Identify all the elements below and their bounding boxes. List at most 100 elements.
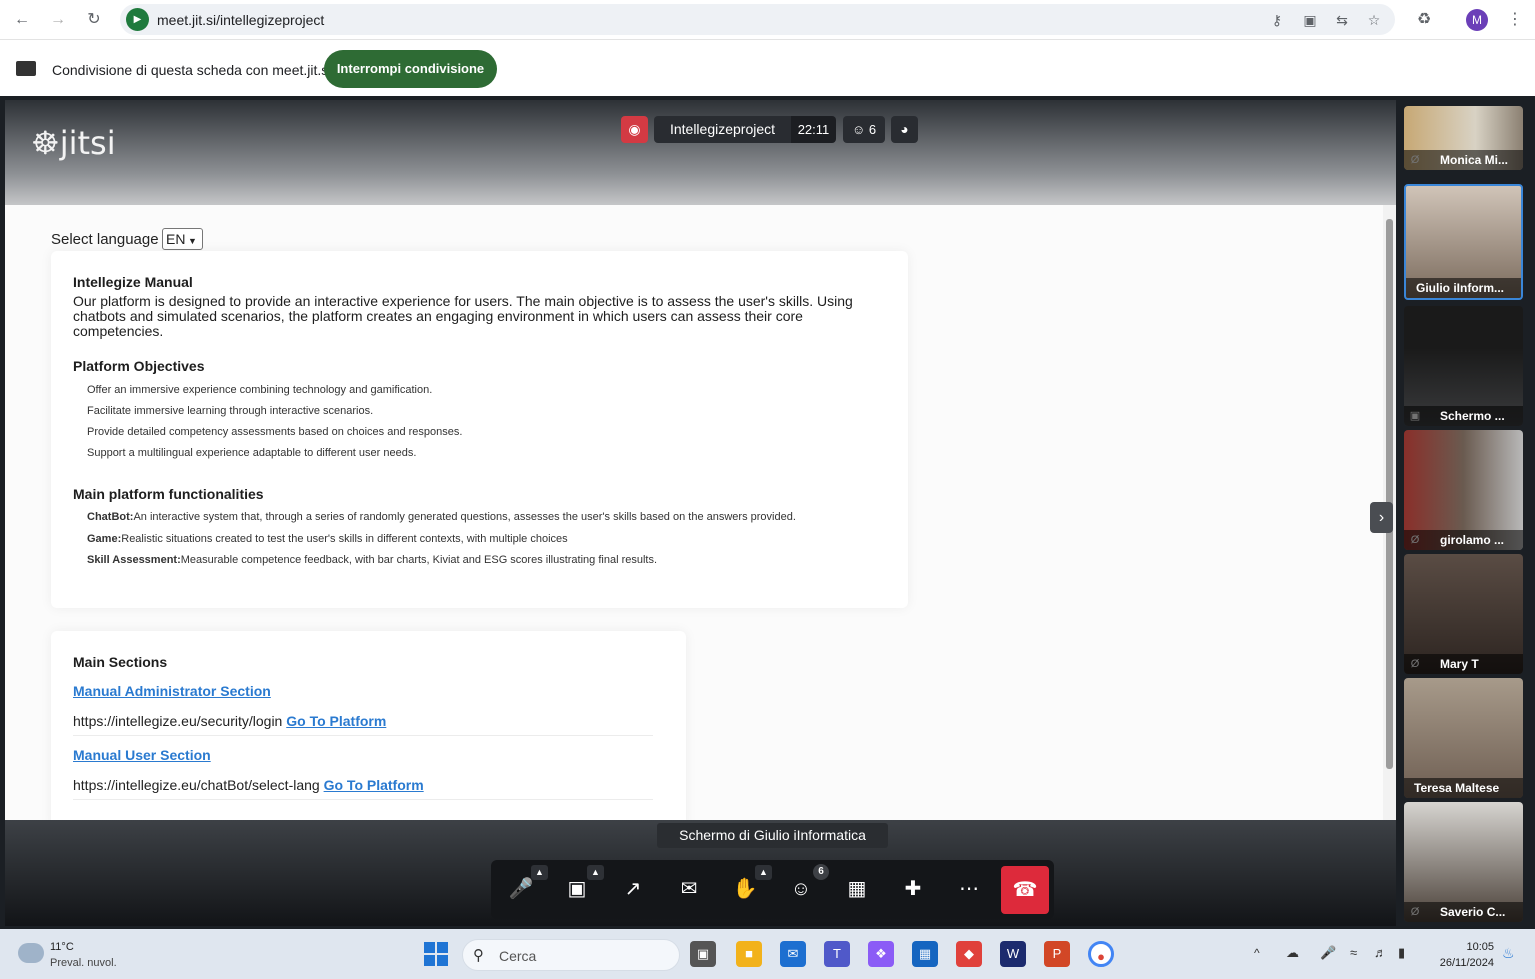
functionality-desc: Realistic situations created to test the… <box>121 533 568 545</box>
participant-name: Monica Mi... <box>1404 150 1523 170</box>
back-icon[interactable]: ← <box>10 8 34 32</box>
functionality-item: Skill Assessment:Measurable competence f… <box>87 554 657 566</box>
chevron-up-icon[interactable]: ▲ <box>531 865 548 880</box>
stop-sharing-button[interactable]: Interrompi condivisione <box>324 50 497 88</box>
participant-tile[interactable]: ▣ Schermo ... <box>1404 306 1523 426</box>
people-icon: ☺ <box>851 122 869 137</box>
chat-icon[interactable]: ✉ <box>667 866 711 912</box>
store-icon[interactable]: ▦ <box>912 941 938 967</box>
notification-bell-icon[interactable]: ♨ <box>1502 945 1515 962</box>
participant-tile[interactable]: Ø Monica Mi... <box>1404 106 1523 170</box>
chevron-up-icon[interactable]: ▲ <box>755 865 772 880</box>
participant-name: Teresa Maltese <box>1404 778 1523 798</box>
functionality-name: Skill Assessment: <box>87 554 181 566</box>
anydesk-icon[interactable]: ◆ <box>956 941 982 967</box>
jitsi-logo: ☸jitsi <box>31 124 116 162</box>
search-icon: ⚲ <box>473 947 484 964</box>
admin-section-link[interactable]: Manual Administrator Section <box>73 683 271 699</box>
language-select[interactable]: EN ▼ <box>162 228 203 250</box>
jitsi-logo-icon: ☸ <box>31 124 60 162</box>
onedrive-icon[interactable]: ☁ <box>1286 945 1299 961</box>
meeting-name: Intellegizeproject <box>654 116 791 143</box>
powerpoint-icon[interactable]: P <box>1044 941 1070 967</box>
functionalities-title: Main platform functionalities <box>73 486 264 502</box>
chevron-up-icon[interactable]: ^ <box>1254 946 1260 960</box>
objective-item: Facilitate immersive learning through in… <box>87 405 374 417</box>
sections-title: Main Sections <box>73 654 168 670</box>
jitsi-logo-text: jitsi <box>59 124 116 162</box>
participants-count[interactable]: ☺ 6 <box>843 116 885 143</box>
chevron-up-icon[interactable]: ▲ <box>587 865 604 880</box>
divider <box>73 735 653 736</box>
objective-item: Provide detailed competency assessments … <box>87 426 463 438</box>
star-icon[interactable]: ☆ <box>1364 10 1384 30</box>
extensions-icon[interactable]: ♻ <box>1412 8 1436 32</box>
objective-item: Support a multilingual experience adapta… <box>87 447 417 459</box>
copilot-icon[interactable]: ❖ <box>868 941 894 967</box>
shared-screen-stage: ☸jitsi ◉ Intellegizeproject 22:11 ☺ 6 ◕ … <box>5 100 1396 926</box>
start-tile <box>437 942 448 953</box>
meeting-area: ☸jitsi ◉ Intellegizeproject 22:11 ☺ 6 ◕ … <box>0 96 1535 929</box>
user-section-link[interactable]: Manual User Section <box>73 747 211 763</box>
clock-time[interactable]: 10:05 <box>1430 941 1494 953</box>
divider <box>73 799 653 800</box>
chevron-down-icon: ▼ <box>185 236 197 246</box>
stage-header: ☸jitsi ◉ Intellegizeproject 22:11 ☺ 6 ◕ <box>5 100 1396 205</box>
manual-title: Intellegize Manual <box>73 274 193 290</box>
more-icon[interactable]: ⋯ <box>947 866 991 912</box>
screen-owner-label: Schermo di Giulio iInformatica <box>657 823 888 848</box>
tile-view-icon[interactable]: ▦ <box>835 866 879 912</box>
participant-tile[interactable]: Ø girolamo ... <box>1404 430 1523 550</box>
battery-icon[interactable]: ▮ <box>1398 945 1405 961</box>
participant-name: Saverio C... <box>1404 902 1523 922</box>
forward-icon[interactable]: → <box>46 8 70 32</box>
participant-tile[interactable]: Teresa Maltese <box>1404 678 1523 798</box>
participant-tile[interactable]: Giulio iInform... <box>1404 184 1523 300</box>
meeting-timer: 22:11 <box>791 116 836 143</box>
windows-start-icon[interactable] <box>424 942 448 966</box>
admin-go-to-platform-link[interactable]: Go To Platform <box>286 713 386 729</box>
install-icon[interactable]: ▣ <box>1300 10 1320 30</box>
participant-tile[interactable]: Ø Mary T <box>1404 554 1523 674</box>
manual-page: Select language EN ▼ Intellegize Manual … <box>5 205 1383 820</box>
profile-avatar[interactable]: M <box>1466 9 1488 31</box>
meeting-toolbar: 🎤 ▲ ▣ ▲ ↗ ✉ ✋ ▲ ☺ 6 ▦ ✚ ⋯ ☎ <box>491 860 1054 919</box>
speed-icon[interactable]: ◕ <box>891 116 918 143</box>
participant-name: Giulio iInform... <box>1406 278 1521 298</box>
invite-icon[interactable]: ✚ <box>891 866 935 912</box>
participant-tile[interactable]: Ø Saverio C... <box>1404 802 1523 922</box>
teams-icon[interactable]: T <box>824 941 850 967</box>
weather-description: Preval. nuvol. <box>50 957 117 969</box>
start-tile <box>424 942 435 953</box>
chevron-right-icon[interactable]: › <box>1370 502 1393 533</box>
task-view-icon[interactable]: ▣ <box>690 941 716 967</box>
start-tile <box>437 955 448 966</box>
clock-date[interactable]: 26/11/2024 <box>1430 957 1494 969</box>
participant-name: Schermo ... <box>1404 406 1523 426</box>
user-go-to-platform-link[interactable]: Go To Platform <box>324 777 424 793</box>
key-icon[interactable]: ⚷ <box>1267 10 1287 30</box>
webex-icon[interactable]: W <box>1000 941 1026 967</box>
reload-icon[interactable]: ↻ <box>82 8 106 32</box>
scrollbar-thumb[interactable] <box>1386 219 1393 769</box>
screen-share-icon[interactable]: ↗ <box>611 866 655 912</box>
hangup-icon[interactable]: ☎ <box>1001 866 1049 914</box>
camera-icon: ▶ <box>126 8 149 31</box>
recording-icon[interactable]: ◉ <box>621 116 648 143</box>
weather-cloud-icon[interactable] <box>18 943 44 963</box>
mail-icon[interactable]: ✉ <box>780 941 806 967</box>
address-bar[interactable]: ▶ meet.jit.si/intellegizeproject ⚷ ▣ ⇆ ☆ <box>120 4 1395 35</box>
taskbar-search[interactable]: ⚲ Cerca <box>462 939 680 971</box>
manual-intro: Our platform is designed to provide an i… <box>73 293 853 339</box>
translate-icon[interactable]: ⇆ <box>1332 10 1352 30</box>
admin-url: https://intellegize.eu/security/login <box>73 713 283 729</box>
microphone-icon[interactable]: 🎤 <box>1320 945 1336 961</box>
volume-icon[interactable]: ♬ <box>1374 945 1387 960</box>
menu-icon[interactable]: ⋮ <box>1503 8 1527 32</box>
functionality-item: ChatBot:An interactive system that, thro… <box>87 511 796 523</box>
wifi-icon[interactable]: ≈ <box>1350 945 1357 960</box>
file-explorer-icon[interactable]: ■ <box>736 941 762 967</box>
participant-name: girolamo ... <box>1404 530 1523 550</box>
browser-toolbar: ← → ↻ ▶ meet.jit.si/intellegizeproject ⚷… <box>0 0 1535 40</box>
chrome-icon[interactable]: ● <box>1088 941 1114 967</box>
